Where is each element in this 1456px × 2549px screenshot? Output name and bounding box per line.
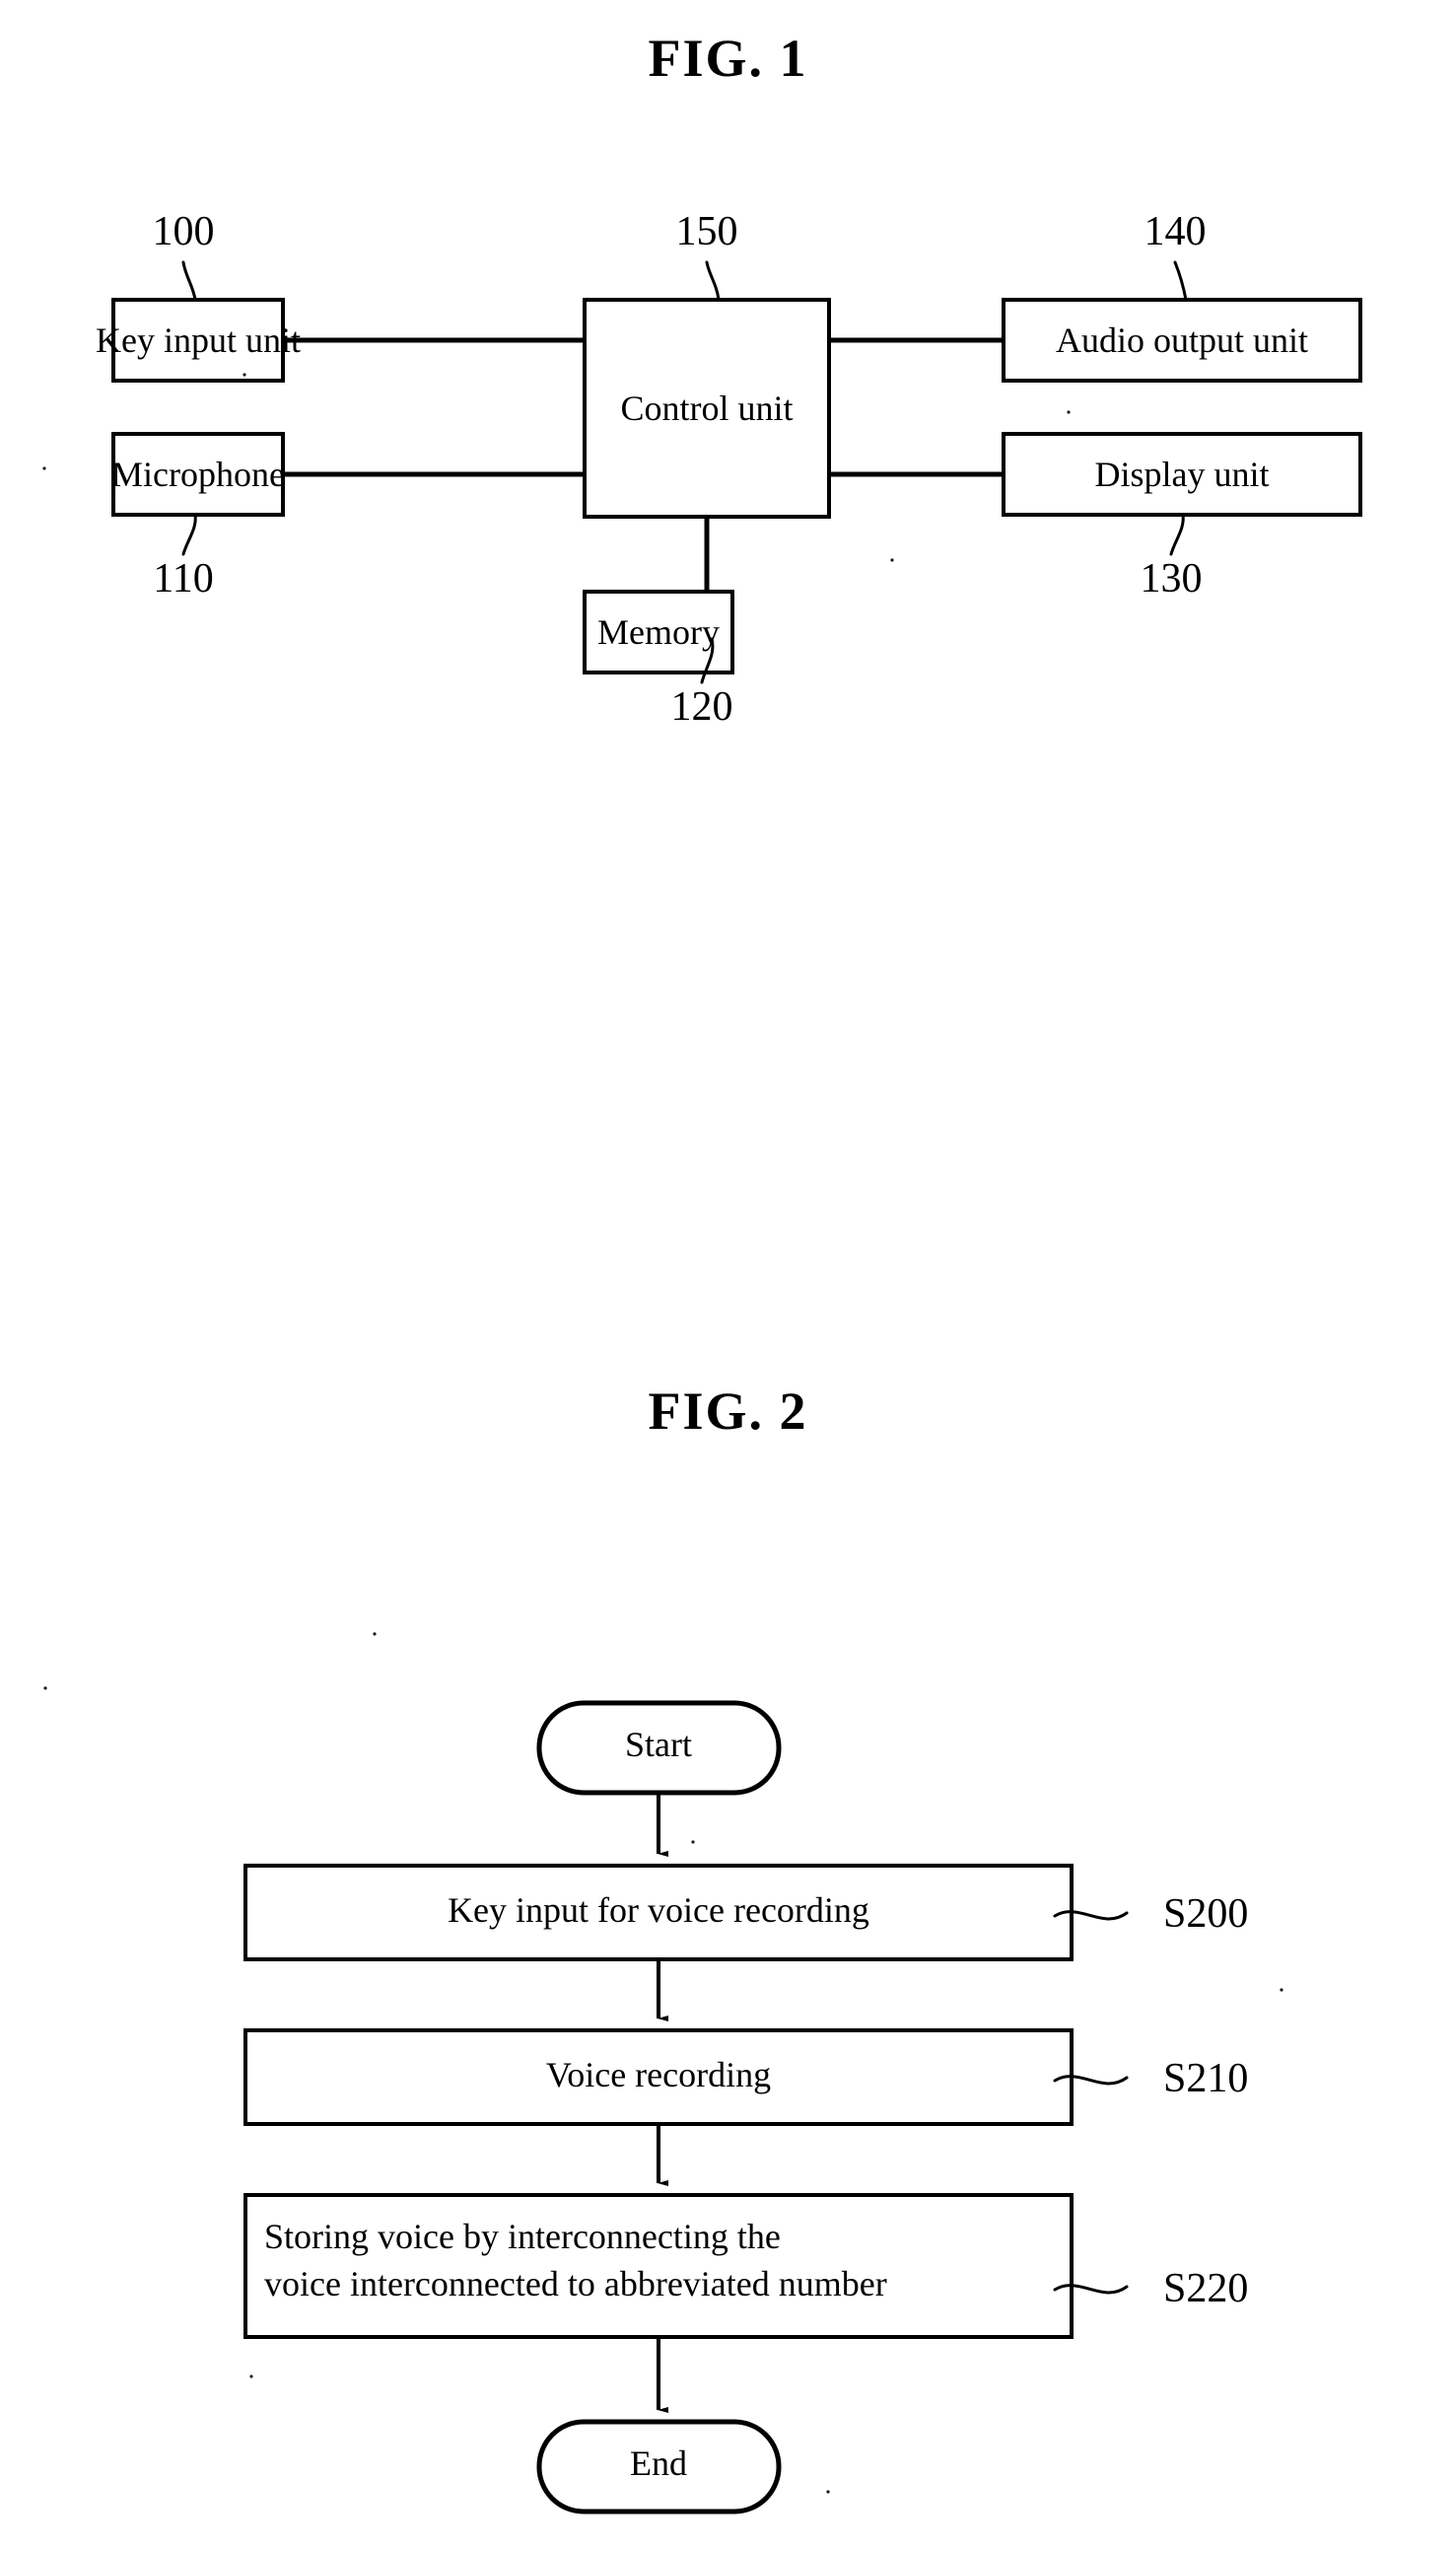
scan-speck — [249, 2374, 253, 2378]
reference-number-120: 120 — [671, 684, 733, 730]
step-reference-s220: S220 — [1163, 2266, 1248, 2311]
figure-2-flowchart: Start Key input for voice recording S200… — [43, 1632, 1283, 2514]
flow-step-label-s210: Voice recording — [546, 2055, 771, 2094]
scan-speck — [43, 1686, 47, 1690]
reference-number-140: 140 — [1144, 209, 1207, 254]
scan-speck — [42, 466, 46, 470]
flow-step-label-s220-line1: Storing voice by interconnecting the — [264, 2217, 781, 2256]
scan-speck — [1280, 1988, 1283, 1992]
block-label-memory: Memory — [597, 612, 720, 652]
leader-130 — [1169, 513, 1185, 556]
flow-label-start: Start — [625, 1725, 692, 1764]
block-label-control-unit: Control unit — [620, 389, 793, 428]
block-label-audio-output-unit: Audio output unit — [1056, 320, 1308, 360]
leader-100 — [181, 260, 197, 302]
scan-speck — [1067, 410, 1071, 414]
reference-number-130: 130 — [1141, 556, 1203, 602]
leader-150 — [705, 260, 721, 302]
step-reference-s210: S210 — [1163, 2056, 1248, 2101]
reference-number-110: 110 — [153, 556, 213, 602]
flow-label-end: End — [630, 2443, 687, 2483]
leader-140 — [1173, 260, 1188, 302]
block-label-key-input-unit: Key input unit — [96, 320, 301, 360]
scan-speck — [373, 1632, 377, 1636]
figure-1-block-diagram: Key input unit 100 Microphone 110 Contro… — [42, 209, 1362, 730]
scan-speck — [243, 373, 246, 377]
patent-drawing-sheet: FIG. 1 Key input unit 100 Microphone 110… — [0, 0, 1456, 2549]
scan-speck — [826, 2490, 830, 2494]
leader-110 — [181, 513, 197, 556]
step-reference-s200: S200 — [1163, 1891, 1248, 1937]
figure-1-title: FIG. 1 — [648, 29, 808, 88]
scan-speck — [890, 558, 894, 562]
flow-step-label-s220-line2: voice interconnected to abbreviated numb… — [264, 2264, 887, 2303]
block-label-microphone: Microphone — [111, 455, 285, 494]
figure-2-title: FIG. 2 — [648, 1381, 808, 1441]
reference-number-150: 150 — [676, 209, 738, 254]
scan-speck — [691, 1840, 695, 1844]
flow-step-label-s200: Key input for voice recording — [448, 1890, 869, 1930]
block-label-display-unit: Display unit — [1095, 455, 1270, 494]
reference-number-100: 100 — [153, 209, 215, 254]
